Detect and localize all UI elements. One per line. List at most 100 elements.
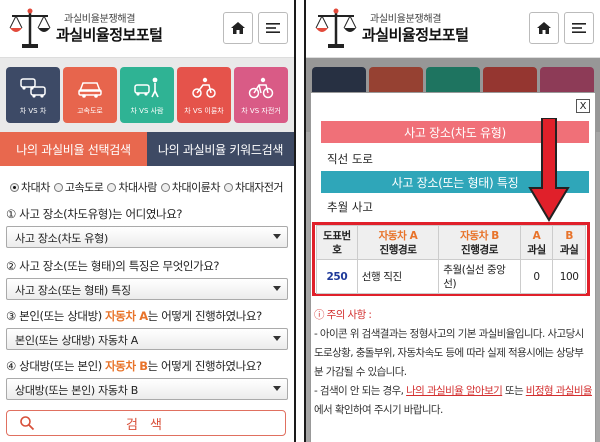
radio-car-vs-car[interactable]: 차대차 (10, 179, 50, 195)
category-label: 차 VS 자전거 (241, 107, 281, 115)
radio-dot (53, 182, 63, 192)
col-label: 과실 (559, 243, 579, 256)
alert-icon: ⓘ (314, 309, 325, 321)
select-value: 사고 장소(또는 형태) 특징 (15, 284, 131, 297)
road-type-value: 직선 도로 (327, 152, 373, 166)
fault-b-value: 100 (552, 259, 586, 294)
col-label: 자동차 B (460, 229, 499, 242)
highway-car-icon (78, 82, 102, 98)
scale-logo-icon[interactable] (312, 6, 360, 50)
home-icon (231, 22, 245, 34)
col-label: A (532, 229, 541, 242)
question-text: 는 어떻게 진행하였나요? (147, 309, 262, 323)
notice-title-text: 주의 사항 : (326, 309, 372, 321)
notice-line-2: - 검색이 안 되는 경우, 나의 과실비율 알아보기 또는 비정형 과실비율에… (314, 382, 593, 420)
brand-subtitle: 과실비율분쟁해결 (370, 14, 442, 25)
question-2: ② 사고 장소(또는 형태)의 특징은 무엇인가요? (6, 259, 220, 273)
two-cars-icon (20, 78, 46, 98)
category-highway[interactable]: 고속도로 (63, 67, 117, 123)
diagram-number-link[interactable]: 250 (316, 259, 358, 294)
motorcycle-icon (192, 77, 216, 98)
brand-subtitle: 과실비율분쟁해결 (64, 14, 136, 25)
down-arrow-icon (528, 118, 570, 222)
dropdown-arrow-icon (273, 386, 281, 391)
vehicle-a-highlight: 자동차 A (105, 309, 148, 323)
tab-keyword-search[interactable]: 나의 과실비율 키워드검색 (147, 132, 294, 166)
radio-label: 차대차 (21, 181, 50, 194)
radio-dot (160, 182, 170, 192)
search-icon (20, 416, 35, 431)
home-icon (537, 22, 551, 34)
col-fault-b: B 과실 (552, 225, 586, 260)
tab-select-search[interactable]: 나의 과실비율 선택검색 (0, 132, 147, 166)
category-tiles: 차 VS 차 고속도로 차 VS 사람 차 VS 이륜차 차 VS 자전거 (6, 67, 288, 123)
category-label: 차 VS 이륜차 (184, 107, 224, 115)
question-3: ③ 본인(또는 상대방) 자동차 A는 어떻게 진행하였나요? (6, 308, 262, 324)
fault-a-value: 0 (519, 259, 554, 294)
home-button[interactable] (529, 12, 559, 44)
notice-text: 에서 확인하여 주시기 바랍니다. (314, 404, 443, 416)
radio-highway[interactable]: 고속도로 (53, 179, 104, 195)
category-car-vs-car[interactable]: 차 VS 차 (6, 67, 60, 123)
col-diagram-no: 도표번호 (316, 225, 358, 260)
dropdown-arrow-icon (273, 336, 281, 341)
my-fault-ratio-link[interactable]: 나의 과실비율 알아보기 (406, 385, 503, 397)
brand-title[interactable]: 과실비율정보포털 (56, 24, 163, 45)
vehicle-b-select[interactable]: 상대방(또는 본인) 자동차 B (6, 378, 288, 400)
road-type-select[interactable]: 사고 장소(차도 유형) (6, 226, 288, 248)
app-header: 과실비율분쟁해결 과실비율정보포털 (0, 0, 294, 58)
left-screen: 과실비율분쟁해결 과실비율정보포털 차 VS 차 고속도로 차 VS 사람 차 … (0, 0, 296, 442)
bicycle-icon (248, 77, 274, 99)
brand-title[interactable]: 과실비율정보포털 (362, 24, 469, 45)
radio-label: 차대이륜차 (171, 181, 221, 194)
question-text: ③ 본인(또는 상대방) (6, 309, 106, 323)
home-button[interactable] (223, 12, 253, 44)
notice-text: - 검색이 안 되는 경우, (314, 385, 407, 397)
radio-car-vs-person[interactable]: 차대사람 (107, 179, 157, 195)
hamburger-icon (572, 23, 586, 33)
close-button[interactable]: X (576, 99, 590, 113)
category-car-vs-motorcycle[interactable]: 차 VS 이륜차 (177, 67, 231, 123)
notice-text: 또는 (502, 385, 526, 397)
category-car-vs-bicycle[interactable]: 차 VS 자전거 (234, 67, 288, 123)
vehicle-b-highlight: 자동차 B (105, 359, 148, 373)
table-row[interactable]: 250 선행 직진 추월(실선 중앙선) 0 100 (316, 259, 586, 294)
vehicle-a-select[interactable]: 본인(또는 상대방) 자동차 A (6, 328, 288, 350)
notice-line-1: - 아이콘 위 검색결과는 정형사고의 기본 과실비율입니다. 사고당시 도로상… (314, 328, 584, 378)
category-car-vs-person[interactable]: 차 VS 사람 (120, 67, 174, 123)
hamburger-icon (266, 23, 280, 33)
question-1: ① 사고 장소(차도유형)는 어디였나요? (6, 207, 183, 221)
col-label: B (565, 229, 573, 242)
question-text: ④ 상대방(또는 본인) (6, 359, 106, 373)
table-header-row: 도표번호 자동차 A 진행경로 자동차 B 진행경로 A 과실 B 과실 (316, 225, 586, 260)
radio-dot (223, 182, 233, 192)
menu-button[interactable] (564, 12, 594, 44)
dropdown-arrow-icon (273, 286, 281, 291)
col-label: 진행경로 (379, 243, 417, 256)
accident-type-radios: 차대차 고속도로 차대사람 차대이륜차 차대자전거 (10, 179, 284, 195)
radio-car-vs-motorcycle[interactable]: 차대이륜차 (160, 179, 221, 195)
radio-label: 고속도로 (64, 181, 104, 194)
radio-dot (107, 182, 117, 192)
car-person-icon (134, 77, 159, 98)
place-feature-select[interactable]: 사고 장소(또는 형태) 특징 (6, 278, 288, 300)
fault-ratio-table: 도표번호 자동차 A 진행경로 자동차 B 진행경로 A 과실 B 과실 250 선행 … (316, 225, 586, 294)
select-value: 상대방(또는 본인) 자동차 B (15, 384, 139, 397)
dropdown-arrow-icon (273, 234, 281, 239)
app-header: 과실비율분쟁해결 과실비율정보포털 (306, 0, 600, 58)
vehicle-a-path: 선행 직진 (356, 259, 440, 294)
atypical-fault-ratio-link[interactable]: 비정형 과실비율 (526, 385, 593, 397)
menu-button[interactable] (258, 12, 288, 44)
notice-section: ⓘ 주의 사항 : - 아이콘 위 검색결과는 정형사고의 기본 과실비율입니다… (314, 306, 593, 420)
radio-car-vs-bicycle[interactable]: 차대자전거 (223, 179, 284, 195)
search-button[interactable]: 검 색 (6, 410, 286, 436)
col-label: 자동차 A (378, 229, 418, 242)
notice-title: ⓘ 주의 사항 : (314, 306, 592, 325)
search-mode-tabs: 나의 과실비율 선택검색 나의 과실비율 키워드검색 (0, 132, 294, 166)
vehicle-b-path: 추월(실선 중앙선) (438, 259, 521, 294)
category-label: 고속도로 (77, 107, 103, 115)
col-fault-a: A 과실 (519, 225, 554, 260)
radio-label: 차대사람 (118, 181, 157, 194)
select-value: 사고 장소(차도 유형) (15, 232, 108, 245)
scale-logo-icon[interactable] (6, 6, 54, 50)
